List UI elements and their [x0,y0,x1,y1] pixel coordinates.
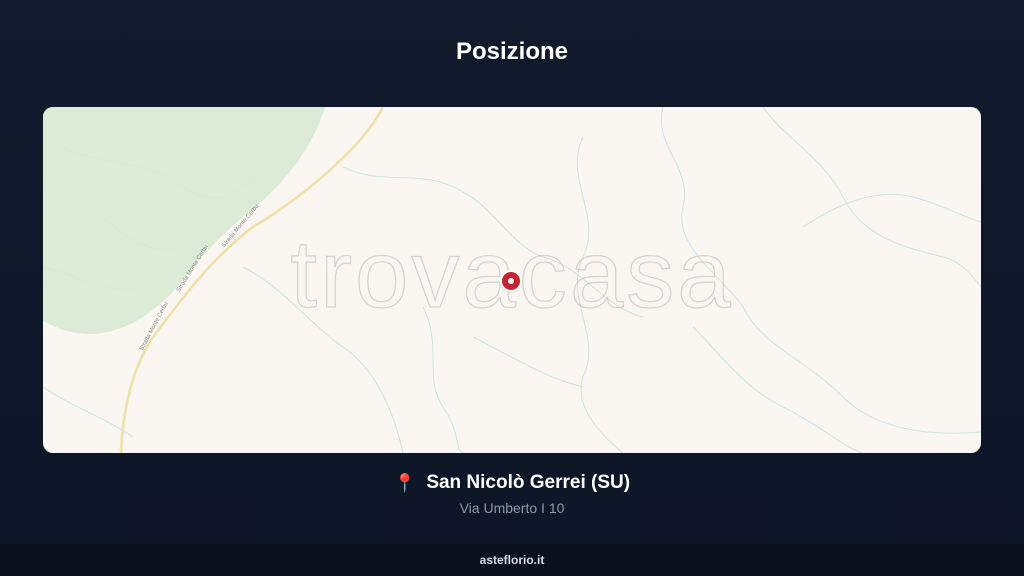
page-title: Posizione [455,38,569,65]
map-marker-icon[interactable] [502,272,520,290]
pushpin-icon: 📍 [393,473,417,493]
location-name: San Nicolò Gerrei (SU) [426,472,631,493]
footer-brand: asteflorio.it [479,553,545,567]
location-address: Via Umberto I 10 [459,500,565,516]
location-header: 📍 San Nicolò Gerrei (SU) [0,472,1024,494]
footer: asteflorio.it [0,544,1024,576]
location-map[interactable]: Strada Monte Cerbu Strada Monte Cerbu St… [43,107,981,453]
